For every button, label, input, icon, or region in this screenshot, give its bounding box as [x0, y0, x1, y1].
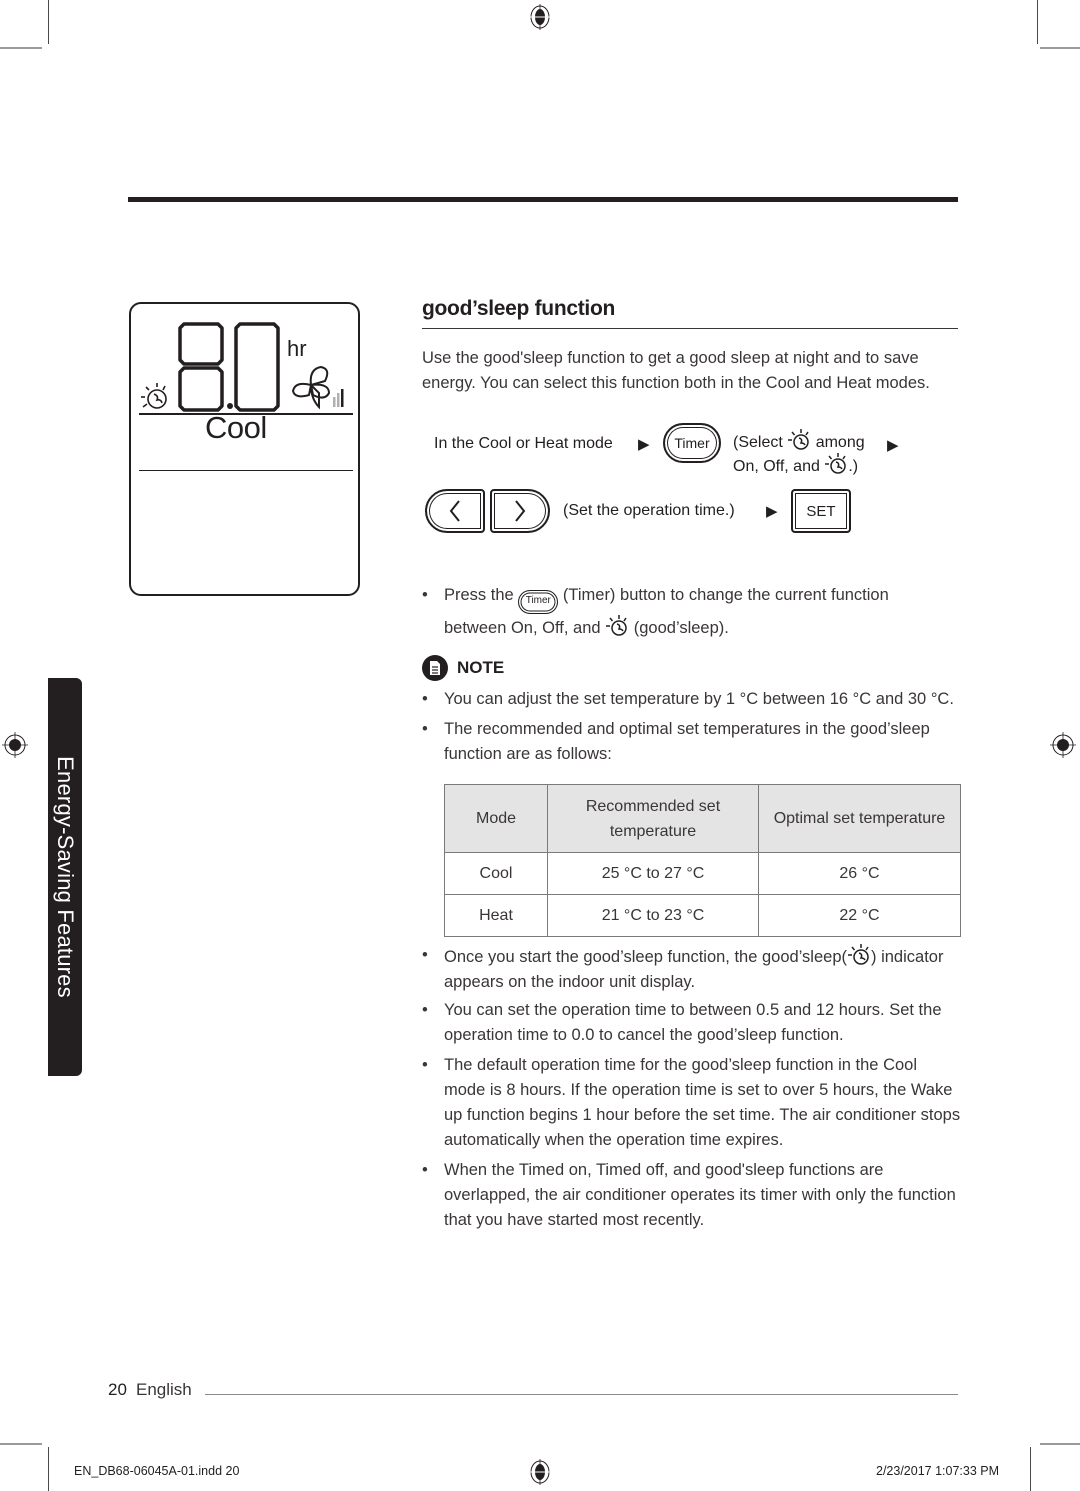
registration-mark-icon — [529, 1459, 551, 1485]
bullet-dot: • — [422, 720, 428, 738]
registration-mark-icon — [529, 4, 551, 30]
page-language: English — [136, 1380, 192, 1399]
temperature-table: Mode Recommended set temperature Optimal… — [444, 784, 961, 937]
step-select-text: among — [815, 434, 865, 451]
list-item-text: When the Timed on, Timed off, and good's… — [444, 1161, 956, 1229]
step-instruction: (Set the operation time.) — [563, 502, 735, 519]
crop-mark — [0, 1443, 42, 1445]
intro-paragraph: Use the good'sleep function to get a goo… — [422, 349, 930, 392]
list-item-text-part: Press the — [444, 586, 514, 604]
crop-mark — [1040, 47, 1080, 49]
step-select-text: On, Off, and — [733, 458, 820, 475]
crop-mark — [1030, 1447, 1031, 1491]
list-item: • When the Timed on, Timed off, and good… — [422, 1158, 962, 1233]
list-item: • Once you start the good’sleep function… — [422, 943, 962, 995]
timer-button[interactable]: Timer — [663, 423, 721, 463]
list-item: • You can set the operation time to betw… — [422, 998, 962, 1048]
list-item-text-part: Once you start the good’sleep function, … — [444, 948, 848, 966]
page-number: 20 — [108, 1380, 127, 1399]
left-button[interactable] — [425, 489, 485, 533]
set-button-label: SET — [806, 502, 836, 520]
list-item-text-part: between On, Off, and — [444, 619, 601, 637]
note-label: NOTE — [457, 658, 505, 677]
table-cell: 26 °C — [758, 852, 961, 895]
list-item-text: The recommended and optimal set temperat… — [444, 720, 930, 763]
section-title: good’sleep function — [422, 297, 616, 320]
section-rule — [422, 328, 958, 329]
chevron-left-icon — [449, 500, 460, 522]
table-row: Cool 25 °C to 27 °C 26 °C — [444, 852, 961, 895]
table-cell: 25 °C to 27 °C — [547, 852, 759, 895]
table-cell: Heat — [444, 894, 548, 937]
list-item: • The recommended and optimal set temper… — [422, 717, 962, 767]
list-item: • You can adjust the set temperature by … — [422, 687, 962, 712]
bullet-dot: • — [422, 690, 428, 708]
list-item-text: You can set the operation time to betwee… — [444, 1001, 942, 1044]
bullet-dot: • — [422, 1056, 428, 1074]
list-item-text-part: (Timer) button to change the current fun… — [562, 586, 889, 604]
table-cell: 21 °C to 23 °C — [547, 894, 759, 937]
crop-mark — [48, 1447, 49, 1491]
crop-mark — [48, 0, 49, 44]
slug-file: EN_DB68-06045A-01.indd 20 — [74, 1464, 240, 1478]
list-item-text: Press the Timer (Timer) button to change… — [444, 583, 962, 641]
timer-button-icon: Timer — [518, 590, 559, 614]
arrow-right-icon: ▶ — [766, 503, 778, 520]
table-header-row: Mode Recommended set temperature Optimal… — [444, 784, 961, 853]
step-select-text: (Select — [733, 434, 783, 451]
bullet-dot: • — [422, 946, 428, 964]
display-divider — [139, 470, 353, 471]
step-condition: In the Cool or Heat mode — [434, 435, 613, 452]
right-button[interactable] — [490, 489, 550, 533]
good-sleep-icon — [848, 944, 869, 965]
note-header: NOTE — [422, 655, 504, 681]
list-item-text: You can adjust the set temperature by 1 … — [444, 690, 954, 708]
timer-button-label: Timer — [674, 435, 710, 451]
column-header: Optimal set temperature — [758, 784, 961, 853]
list-item-text: The default operation time for the good’… — [444, 1056, 961, 1149]
step-select-line2: On, Off, and .) — [733, 452, 858, 476]
header-rule — [128, 197, 958, 202]
fan-icon — [291, 365, 344, 410]
bullet-dot: • — [422, 1161, 428, 1179]
bullet-dot: • — [422, 586, 428, 604]
list-item: • Press the Timer (Timer) button to chan… — [422, 583, 962, 641]
set-button[interactable]: SET — [791, 489, 851, 533]
display-mode: Cool — [205, 410, 267, 445]
good-sleep-icon — [141, 383, 167, 409]
good-sleep-icon — [825, 453, 847, 474]
step-select-text: .) — [848, 458, 859, 475]
good-sleep-icon — [788, 429, 809, 450]
registration-mark-icon — [1050, 732, 1076, 758]
crop-mark — [1037, 0, 1038, 44]
note-icon — [422, 655, 448, 681]
table-cell: Cool — [444, 852, 548, 895]
table-cell: 22 °C — [758, 894, 961, 937]
registration-mark-icon — [2, 732, 28, 758]
column-header: Mode — [444, 784, 548, 853]
footer-rule — [205, 1394, 958, 1395]
step-select-line1: (Select among — [733, 428, 865, 452]
table-row: Heat 21 °C to 23 °C 22 °C — [444, 894, 961, 937]
list-item-text: Once you start the good’sleep function, … — [444, 943, 962, 995]
crop-mark — [0, 47, 42, 49]
seven-segment-digits — [178, 322, 280, 412]
bullet-dot: • — [422, 1001, 428, 1019]
chapter-tab-label: Energy-Saving Features — [53, 756, 78, 998]
arrow-right-icon: ▶ — [638, 436, 650, 453]
column-header: Recommended set temperature — [547, 784, 759, 853]
good-sleep-icon — [606, 615, 627, 636]
display-unit: hr — [287, 336, 307, 361]
slug-date: 2/23/2017 1:07:33 PM — [876, 1464, 1000, 1478]
chevron-right-icon — [515, 500, 526, 522]
crop-mark — [1040, 1443, 1080, 1445]
list-item-text-part: (good’sleep). — [633, 619, 729, 637]
arrow-right-icon: ▶ — [887, 437, 899, 454]
list-item: • The default operation time for the goo… — [422, 1053, 962, 1153]
